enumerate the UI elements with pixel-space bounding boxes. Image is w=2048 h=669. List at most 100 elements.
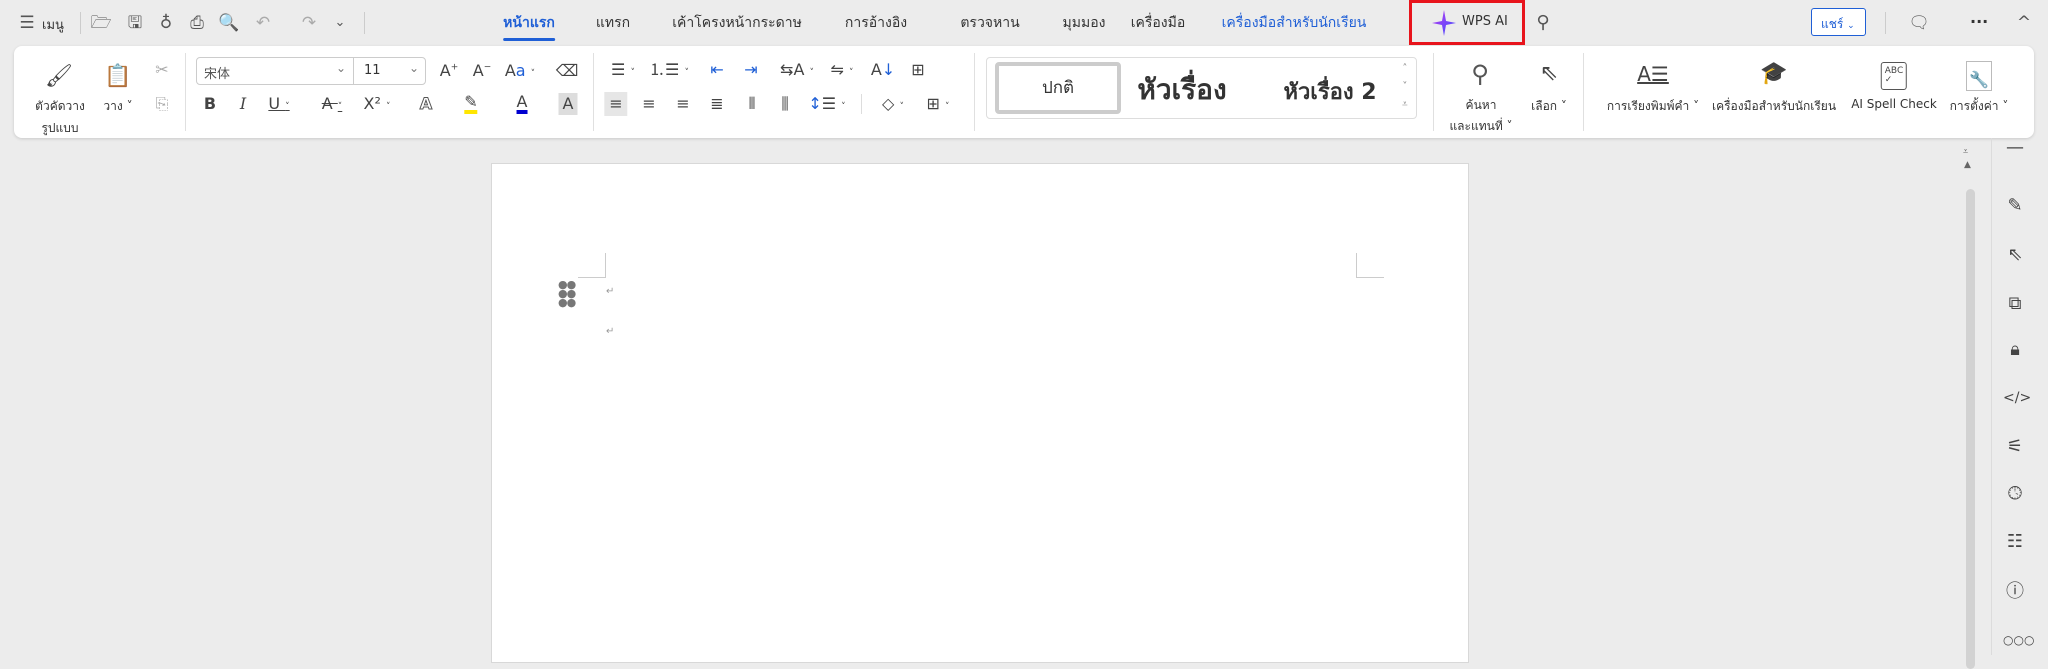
menu-label[interactable]: เมนู xyxy=(42,14,64,35)
text-effect-icon[interactable]: A xyxy=(419,95,432,112)
tab-references[interactable]: การอ้างอิง xyxy=(845,12,907,34)
tab-home[interactable]: หน้าแรก xyxy=(503,12,555,41)
clear-copy-icon[interactable]: ⧉ xyxy=(2003,292,2027,316)
font-box xyxy=(196,57,426,85)
character-shading-icon[interactable]: A xyxy=(558,93,578,115)
search-icon[interactable]: ⚲ xyxy=(1532,12,1554,34)
tab-tools[interactable]: เครื่องมือ xyxy=(1131,12,1186,34)
paste-icon[interactable]: 📋 xyxy=(104,66,131,88)
document-page[interactable] xyxy=(491,163,1469,663)
edit-pen-icon[interactable]: ✎ xyxy=(2003,194,2027,218)
shrink-font-icon[interactable]: A− xyxy=(473,63,492,79)
strikethrough-icon[interactable]: A ˅ xyxy=(322,96,343,112)
tab-student-tools[interactable]: เครื่องมือสำหรับนักเรียน xyxy=(1222,12,1367,34)
paragraph-shading-icon[interactable]: ◇ ˅ xyxy=(882,96,904,112)
select-cursor-icon[interactable]: ⇖ xyxy=(1540,63,1558,85)
font-size-dropdown-icon[interactable]: ⌄ xyxy=(409,61,419,75)
redo-icon[interactable]: ↷ xyxy=(298,12,320,34)
style-normal[interactable]: ปกติ xyxy=(995,62,1121,114)
more-options-button[interactable]: ··· xyxy=(1970,12,1988,31)
save-icon[interactable]: 🖫 xyxy=(124,12,146,34)
scroll-up-arrow[interactable]: ▲ xyxy=(1964,160,1971,170)
tab-review[interactable]: ตรวจหาน xyxy=(960,12,1019,34)
show-marks-icon[interactable]: ⊞ xyxy=(911,62,924,78)
font-name-dropdown-icon[interactable]: ⌄ xyxy=(336,61,346,75)
collapse-ribbon-icon[interactable]: ^ xyxy=(2013,12,2035,34)
copy-icon[interactable]: ⎘ xyxy=(156,96,169,112)
menu-icon[interactable]: ☰ xyxy=(16,12,38,34)
align-right-icon[interactable]: ≡ xyxy=(676,96,689,112)
rtl-icon[interactable]: ⇋ ˅ xyxy=(831,62,854,78)
tab-page-layout[interactable]: เค้าโครงหน้ากระดาษ xyxy=(672,12,802,34)
underline-icon[interactable]: U ˅ xyxy=(268,96,289,112)
minimize-panel-icon[interactable]: — xyxy=(2003,136,2027,160)
decrease-indent-icon[interactable]: ⇤ xyxy=(710,62,723,78)
vertical-scrollbar-thumb[interactable] xyxy=(1966,189,1975,669)
comment-icon[interactable]: 🗨 xyxy=(1908,12,1930,34)
ai-spell-check-label[interactable]: AI Spell Check xyxy=(1851,97,1937,111)
change-case-icon[interactable]: Aa ˅ xyxy=(505,63,535,79)
clear-format-eraser-icon[interactable]: ⌫ xyxy=(556,63,579,79)
styles-scroll-arrows[interactable]: ˄ ˅ ⩡ xyxy=(1402,60,1408,114)
undo-icon[interactable]: ↶ xyxy=(252,12,274,34)
line-spacing-icon[interactable]: ↕☰ ˅ xyxy=(808,96,845,112)
chevron-down-icon[interactable]: ⌄ xyxy=(329,12,351,34)
graduation-cap-icon[interactable]: 🎓 xyxy=(1760,63,1787,85)
font-size-input[interactable]: 11 xyxy=(364,63,381,78)
tab-insert[interactable]: แทรก xyxy=(596,12,630,34)
style-heading1[interactable]: หัวเรื่อง xyxy=(1137,68,1226,112)
align-center-icon[interactable]: ≡ xyxy=(642,96,655,112)
increase-indent-icon[interactable]: ⇥ xyxy=(744,62,757,78)
superscript-icon[interactable]: X² ˅ xyxy=(364,96,391,112)
format-painter-label[interactable]: ตัวคัดวาง xyxy=(35,97,85,116)
numbering-icon[interactable]: ⒈☰ ˅ xyxy=(649,62,689,78)
open-folder-icon[interactable]: 🗁 xyxy=(90,12,112,34)
wps-ai-star-icon[interactable] xyxy=(1432,10,1456,36)
font-color-icon[interactable]: A xyxy=(516,94,528,114)
drag-handle-icon[interactable]: ●● ●● ●● xyxy=(558,279,576,308)
select-label[interactable]: เลือก ˅ xyxy=(1531,97,1567,116)
typesetting-icon[interactable]: A☰ xyxy=(1637,64,1669,84)
bold-icon[interactable]: B xyxy=(204,96,216,112)
sort-icon[interactable]: A↓ xyxy=(871,62,895,78)
select-cursor-icon[interactable]: ⇖ xyxy=(2003,243,2027,267)
format-painter-quick-icon[interactable]: ♁ xyxy=(155,12,177,34)
lock-icon[interactable]: 🔒︎ xyxy=(2003,338,2027,362)
text-direction-icon[interactable]: ⇆A ˅ xyxy=(780,62,814,78)
font-name-input[interactable]: 宋体 xyxy=(204,63,230,82)
justify-icon[interactable]: ≣ xyxy=(710,96,723,112)
paste-label[interactable]: วาง ˅ xyxy=(103,97,132,116)
wps-ai-label[interactable]: WPS AI xyxy=(1462,14,1508,29)
bullets-icon[interactable]: ☰ ˅ xyxy=(611,62,635,78)
print-icon[interactable]: ⎙ xyxy=(186,12,208,34)
find-replace-icon[interactable]: ⚲ xyxy=(1471,62,1489,86)
borders-icon[interactable]: ⊞ ˅ xyxy=(927,96,950,112)
style-heading2[interactable]: หัวเรื่อง 2 xyxy=(1283,74,1376,109)
history-icon[interactable]: 🕓︎ xyxy=(2003,482,2027,506)
typesetting-label[interactable]: การเรียงพิมพ์คำ ˅ xyxy=(1607,97,1699,116)
format-painter-icon[interactable]: 🖌 xyxy=(45,66,73,88)
share-button[interactable]: แชร์ ⌄ xyxy=(1811,8,1866,36)
cut-icon[interactable]: ✂ xyxy=(155,62,168,78)
print-preview-icon[interactable]: 🔍 xyxy=(218,12,240,34)
italic-icon[interactable]: I xyxy=(240,96,246,112)
grow-font-icon[interactable]: A+ xyxy=(440,63,459,79)
align-left-icon[interactable]: ≡ xyxy=(604,92,628,116)
adjust-sliders-icon[interactable]: ⚟ xyxy=(2003,435,2027,459)
ai-spell-check-icon[interactable]: ABC ✓ xyxy=(1880,62,1908,90)
distributed-icon[interactable]: ⦀ xyxy=(748,96,755,112)
more-icon[interactable]: ○○○ xyxy=(2003,628,2034,652)
tab-view[interactable]: มุมมอง xyxy=(1063,12,1106,34)
help-icon[interactable]: ⓘ xyxy=(2003,580,2027,604)
settings-wrench-icon[interactable]: 🔧 xyxy=(1966,61,1992,91)
find-label[interactable]: ค้นหา xyxy=(1466,96,1497,115)
student-tools-label[interactable]: เครื่องมือสำหรับนักเรียน xyxy=(1712,97,1836,116)
outline-icon[interactable]: ☷ xyxy=(2003,530,2027,554)
code-icon[interactable]: </> xyxy=(2003,386,2031,410)
settings-label[interactable]: การตั้งค่า ˅ xyxy=(1950,97,2009,116)
replace-label[interactable]: และแทนที่ ˅ xyxy=(1449,117,1512,136)
scroll-top-icon[interactable]: ⩡ xyxy=(1963,147,1968,157)
column-align-icon[interactable]: ⫼ xyxy=(781,96,788,112)
format-painter-label-2[interactable]: รูปแบบ xyxy=(41,119,78,138)
highlight-color-icon[interactable]: ✎ xyxy=(464,94,478,114)
